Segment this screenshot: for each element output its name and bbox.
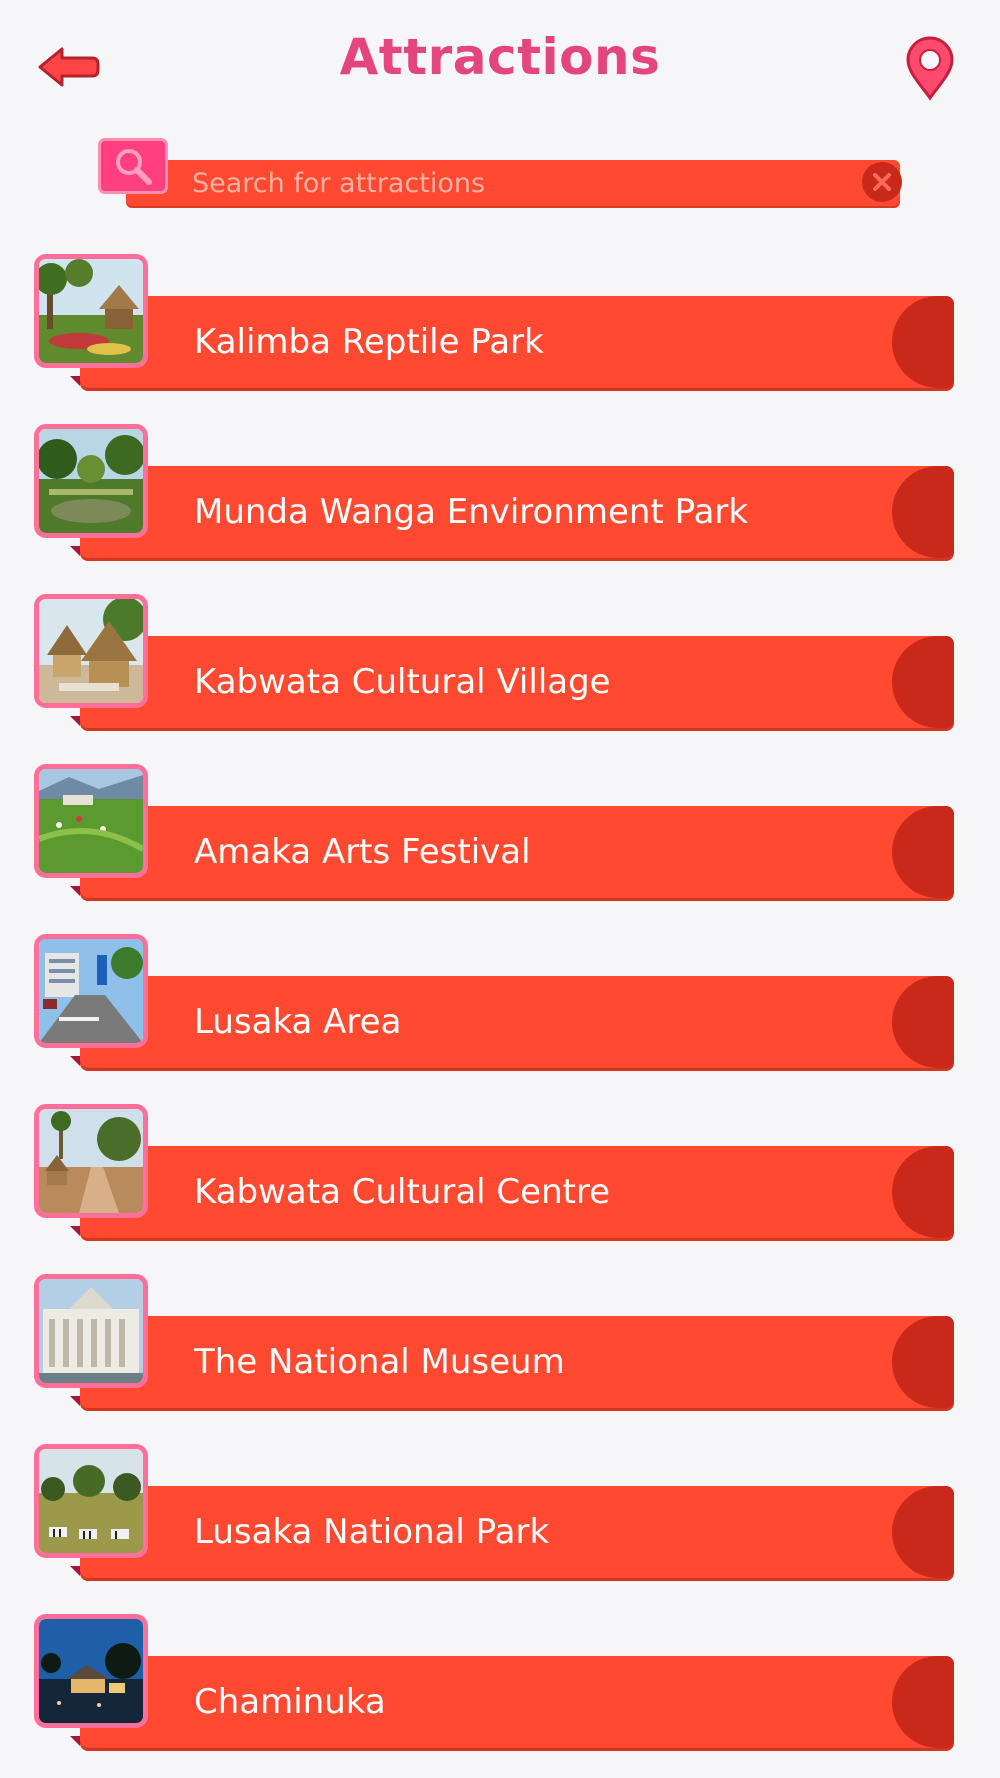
map-pin-icon (906, 36, 954, 101)
page-title: Attractions (339, 28, 661, 86)
attraction-thumbnail (34, 764, 148, 878)
list-item-tab (892, 1146, 954, 1238)
close-icon (873, 173, 891, 191)
list-item-tab (892, 976, 954, 1068)
list-item-label: Munda Wanga Environment Park (194, 492, 749, 532)
clear-search-button[interactable] (862, 162, 902, 202)
list-item-label: Lusaka National Park (194, 1512, 550, 1552)
list-item-tab (892, 1316, 954, 1408)
attraction-thumbnail (34, 1104, 148, 1218)
list-item-label: The National Museum (194, 1342, 565, 1382)
list-item[interactable]: Lusaka Area (34, 934, 954, 1070)
list-item-tab (892, 806, 954, 898)
list-item[interactable]: Kalimba Reptile Park (34, 254, 954, 390)
ribbon-fold (70, 1396, 80, 1406)
ribbon-fold (70, 1056, 80, 1066)
list-item[interactable]: Amaka Arts Festival (34, 764, 954, 900)
list-item-label: Chaminuka (194, 1682, 386, 1722)
map-button[interactable] (902, 36, 958, 102)
list-item-label: Kabwata Cultural Village (194, 662, 611, 702)
list-item-tab (892, 1486, 954, 1578)
ribbon-fold (70, 546, 80, 556)
list-item[interactable]: Kabwata Cultural Centre (34, 1104, 954, 1240)
list-item-label: Amaka Arts Festival (194, 832, 531, 872)
list-item-label: Kalimba Reptile Park (194, 322, 544, 362)
list-item-label: Kabwata Cultural Centre (194, 1172, 611, 1212)
ribbon-fold (70, 376, 80, 386)
list-item[interactable]: Kabwata Cultural Village (34, 594, 954, 730)
ribbon-fold (70, 1226, 80, 1236)
search-bar (98, 138, 902, 208)
list-item-tab (892, 636, 954, 728)
list-item[interactable]: Munda Wanga Environment Park (34, 424, 954, 560)
attraction-thumbnail (34, 934, 148, 1048)
attraction-thumbnail (34, 1614, 148, 1728)
header: Attractions (0, 0, 1000, 125)
ribbon-fold (70, 1736, 80, 1746)
search-input[interactable] (192, 160, 792, 206)
list-item-tab (892, 466, 954, 558)
list-item-label: Lusaka Area (194, 1002, 402, 1042)
ribbon-fold (70, 886, 80, 896)
attraction-thumbnail (34, 1274, 148, 1388)
attraction-thumbnail (34, 424, 148, 538)
list-item-tab (892, 296, 954, 388)
ribbon-fold (70, 716, 80, 726)
list-item[interactable]: Lusaka National Park (34, 1444, 954, 1580)
ribbon-fold (70, 1566, 80, 1576)
list-item[interactable]: Chaminuka (34, 1614, 954, 1750)
attraction-thumbnail (34, 594, 148, 708)
search-icon (116, 149, 152, 185)
search-button[interactable] (98, 138, 168, 194)
attraction-thumbnail (34, 254, 148, 368)
attraction-thumbnail (34, 1444, 148, 1558)
list-item-tab (892, 1656, 954, 1748)
list-item[interactable]: The National Museum (34, 1274, 954, 1410)
